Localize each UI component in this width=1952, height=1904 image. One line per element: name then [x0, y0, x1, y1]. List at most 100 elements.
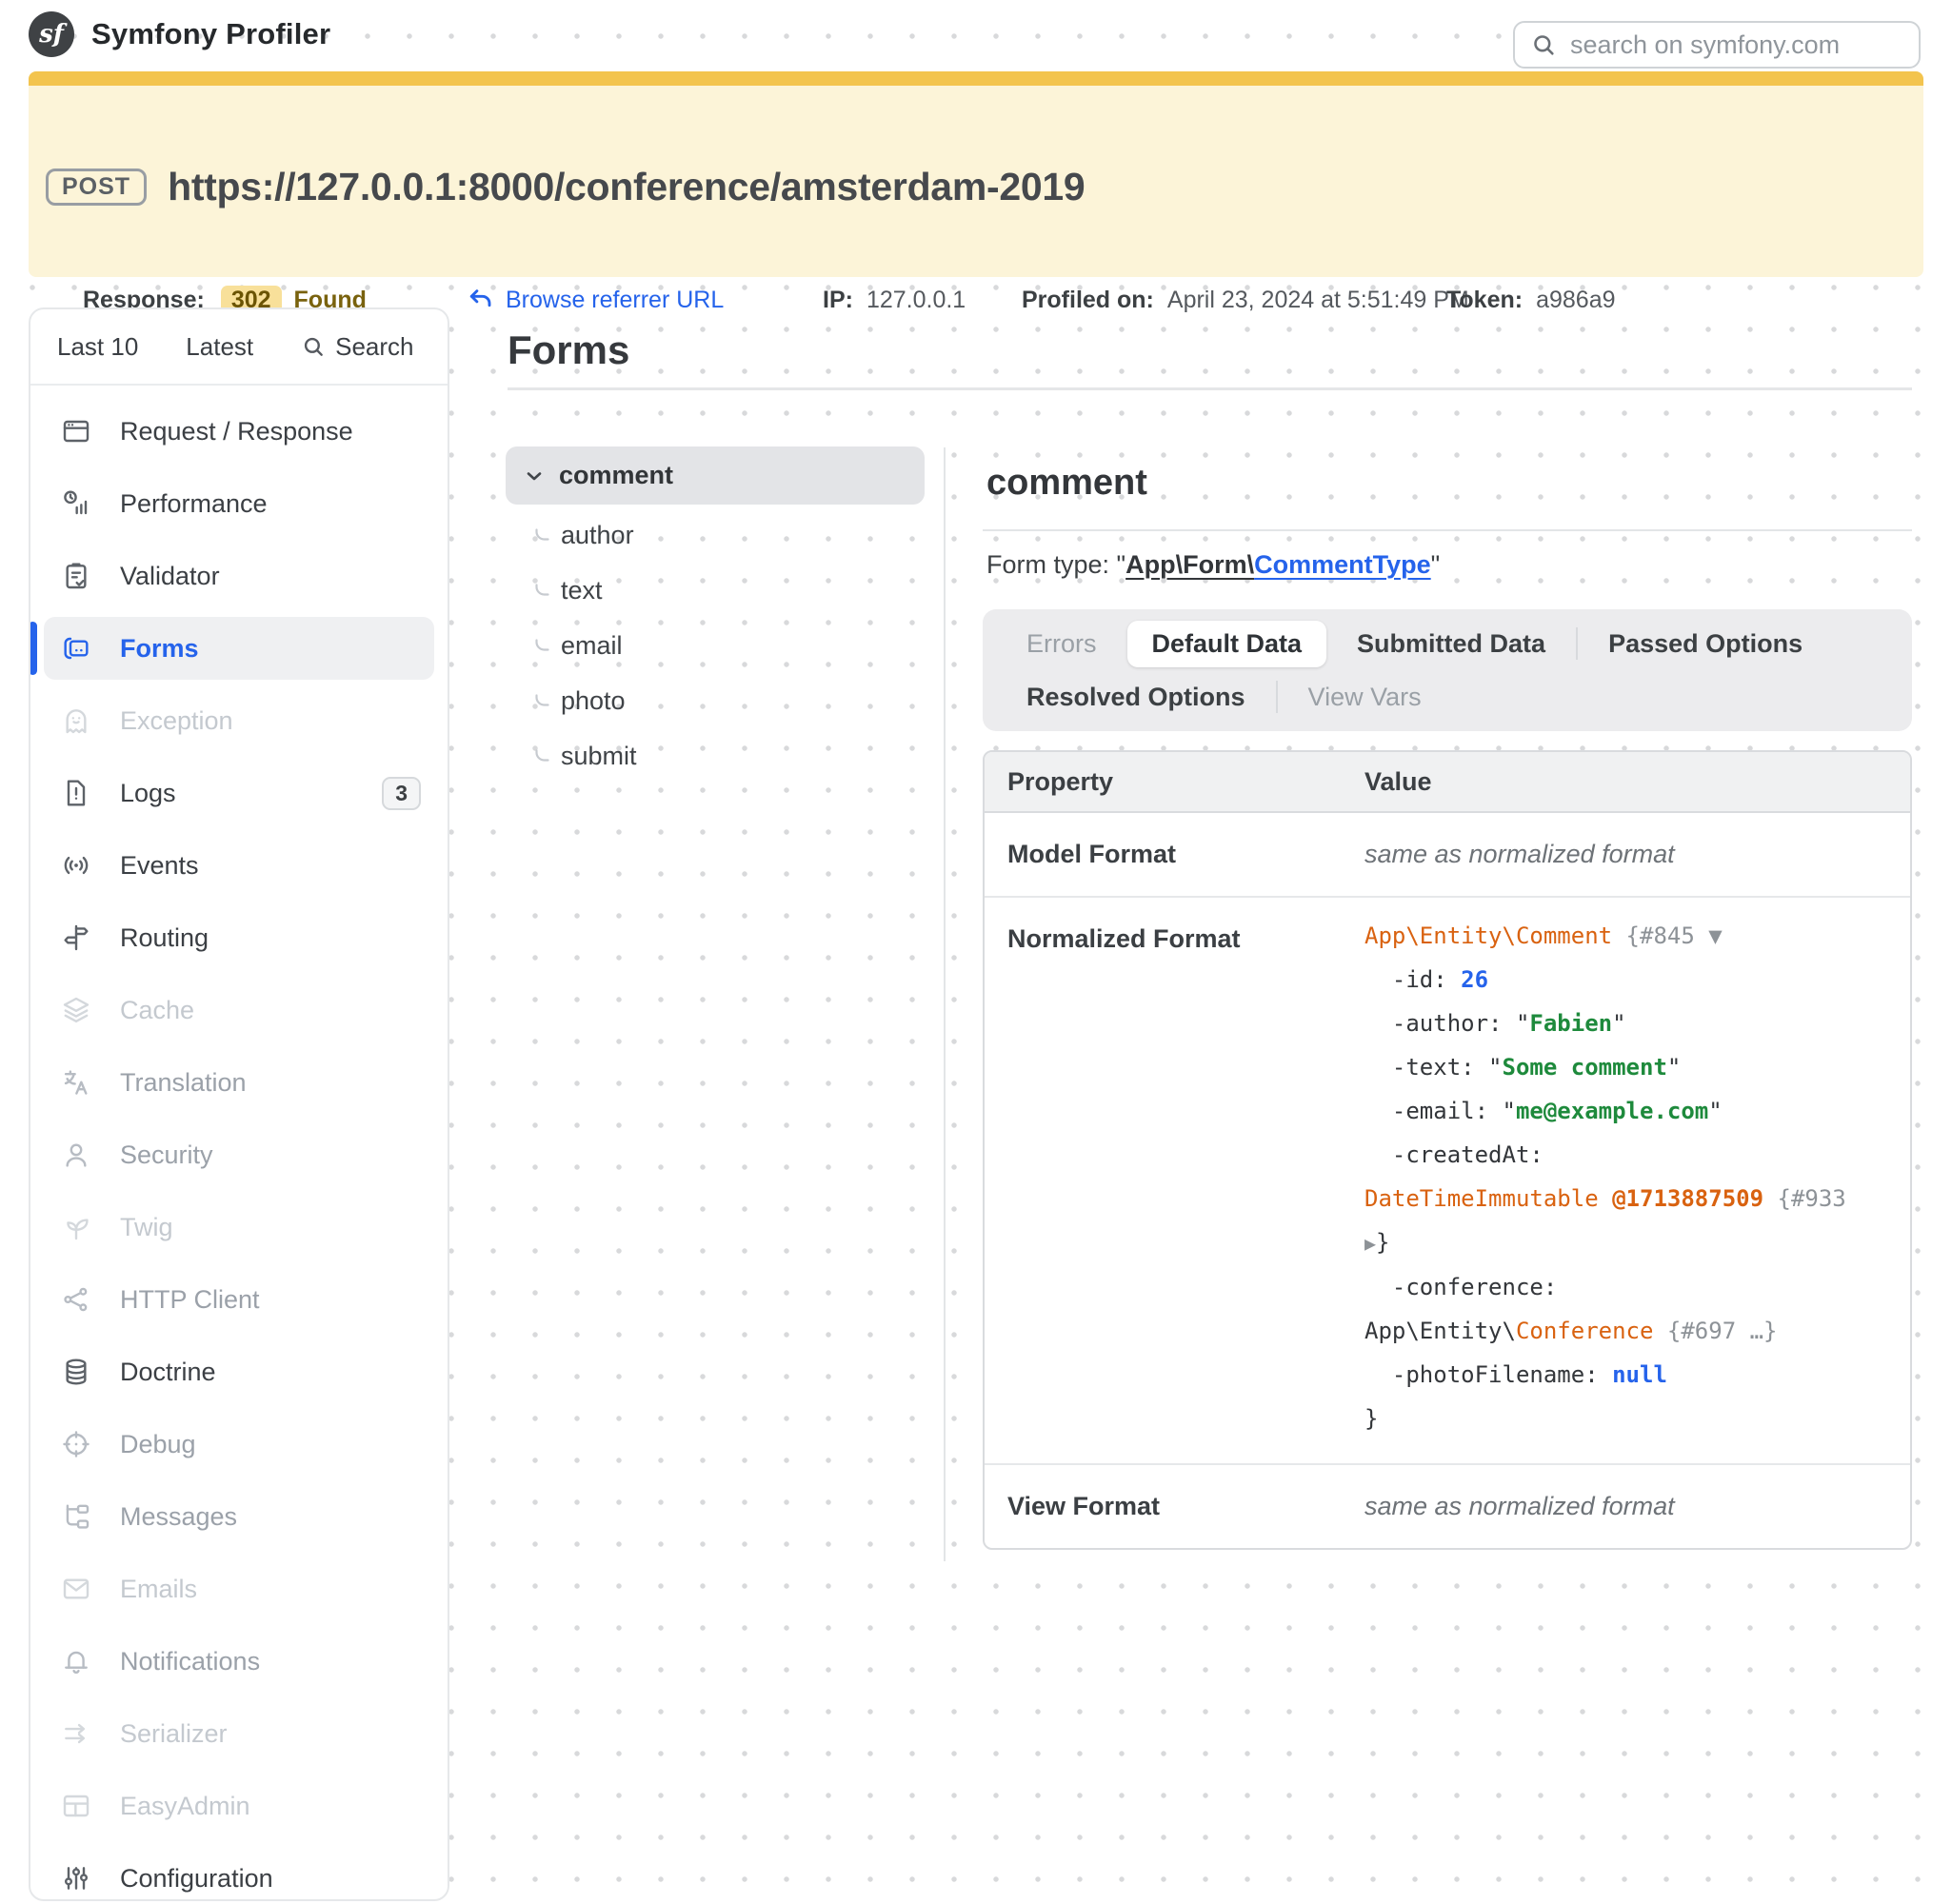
form-type-line: Form type: "App\Form\CommentType" — [986, 550, 1440, 580]
sidebar-item-validator[interactable]: Validator — [30, 540, 448, 612]
search-icon — [301, 334, 326, 359]
logs-icon — [61, 778, 91, 808]
tab-resolved-options[interactable]: Resolved Options — [1023, 683, 1249, 712]
sidebar-item-messages[interactable]: Messages — [30, 1480, 448, 1553]
detail-heading: comment — [986, 463, 1147, 504]
dumped-value: App\Entity\Comment {#845 ▼ -id: 26 -auth… — [1364, 898, 1910, 1463]
forms-icon — [61, 633, 91, 664]
ip-label: IP: — [823, 287, 853, 314]
serializer-icon — [61, 1718, 91, 1749]
symfony-logo: sf — [29, 11, 74, 57]
return-arrow-icon — [466, 286, 494, 314]
tab-view-vars[interactable]: View Vars — [1305, 683, 1425, 712]
tree-branch-icon — [533, 749, 551, 764]
symfony-profiler-page: sf Symfony Profiler POST https://127.0.0… — [0, 0, 1952, 1904]
tab-errors[interactable]: Errors — [1023, 629, 1101, 659]
sidebar-item-http-client[interactable]: HTTP Client — [30, 1263, 448, 1336]
notifications-icon — [61, 1646, 91, 1676]
sidebar-menu: Request / ResponsePerformanceValidatorFo… — [30, 386, 448, 1901]
sidebar-tab-search[interactable]: Search — [301, 332, 413, 362]
active-indicator-bar — [29, 622, 37, 675]
table-row-view-format: View Formatsame as normalized format — [985, 1465, 1910, 1548]
sidebar-item-serializer[interactable]: Serializer — [30, 1697, 448, 1770]
sidebar-item-request-response[interactable]: Request / Response — [30, 395, 448, 467]
page-title: Forms — [508, 327, 629, 373]
form-tree-item-email[interactable]: email — [533, 618, 886, 673]
tab-submitted-data[interactable]: Submitted Data — [1353, 629, 1549, 659]
tab-divider — [1576, 627, 1578, 660]
search-icon — [1530, 31, 1557, 58]
debug-icon — [61, 1429, 91, 1459]
token-value: a986a9 — [1536, 287, 1615, 314]
sidebar-item-cache[interactable]: Cache — [30, 974, 448, 1046]
sidebar-item-debug[interactable]: Debug — [30, 1408, 448, 1480]
column-header-value: Value — [1364, 767, 1910, 797]
profiled-on-value: April 23, 2024 at 5:51:49 PM — [1167, 287, 1469, 314]
logs-count-badge: 3 — [382, 777, 421, 810]
validator-icon — [61, 561, 91, 591]
value-text: same as normalized format — [1364, 813, 1910, 896]
easyadmin-icon — [61, 1791, 91, 1821]
ip-value: 127.0.0.1 — [866, 287, 966, 314]
form-tree-root-comment[interactable]: comment — [506, 446, 925, 505]
logo-text: sf — [39, 20, 64, 49]
doctrine-icon — [61, 1357, 91, 1387]
messages-icon — [61, 1501, 91, 1532]
configuration-icon — [61, 1863, 91, 1894]
tab-passed-options[interactable]: Passed Options — [1604, 629, 1806, 659]
sidebar-item-emails[interactable]: Emails — [30, 1553, 448, 1625]
tab-divider — [1276, 681, 1278, 713]
window-icon — [61, 416, 91, 446]
sidebar-item-translation[interactable]: Translation — [30, 1046, 448, 1119]
sidebar-item-logs[interactable]: Logs3 — [30, 757, 448, 829]
table-row-model-format: Model Formatsame as normalized format — [985, 813, 1910, 898]
form-tree-item-text[interactable]: text — [533, 563, 886, 618]
site-search[interactable] — [1513, 21, 1921, 69]
detail-tabs: Errors Default Data Submitted Data Passed O… — [983, 609, 1912, 731]
sidebar-item-configuration[interactable]: Configuration — [30, 1842, 448, 1901]
form-type-namespace: App\Form\ — [1125, 550, 1254, 579]
sidebar-tab-last-10[interactable]: Last 10 — [57, 332, 138, 362]
emails-icon — [61, 1574, 91, 1604]
browse-referrer-link[interactable]: Browse referrer URL — [466, 283, 724, 317]
banner-top-strip — [29, 71, 1923, 86]
token-label: Token: — [1446, 287, 1523, 314]
sidebar-tab-latest[interactable]: Latest — [186, 332, 253, 362]
tree-branch-icon — [533, 584, 551, 598]
sidebar-item-easyadmin[interactable]: EasyAdmin — [30, 1770, 448, 1842]
sidebar-item-performance[interactable]: Performance — [30, 467, 448, 540]
request-url: https://127.0.0.1:8000/conference/amster… — [168, 165, 1085, 209]
search-input[interactable] — [1568, 30, 1903, 61]
sidebar-item-doctrine[interactable]: Doctrine — [30, 1336, 448, 1408]
sidebar-tabs: Last 10 Latest Search — [30, 309, 448, 386]
active-item-background — [44, 617, 434, 680]
sidebar-item-notifications[interactable]: Notifications — [30, 1625, 448, 1697]
translation-icon — [61, 1067, 91, 1098]
dump-toggle-icon[interactable]: ▶ — [1364, 1232, 1376, 1255]
sidebar-item-forms[interactable]: Forms — [30, 612, 448, 684]
form-tree-item-photo[interactable]: photo — [533, 673, 886, 728]
property-table: Property Value Model Formatsame as norma… — [983, 750, 1912, 1550]
form-tree-children: authortextemailphotosubmit — [533, 507, 886, 783]
tab-default-data[interactable]: Default Data — [1127, 621, 1327, 667]
profiled-on-label: Profiled on: — [1022, 287, 1154, 314]
form-tree-item-author[interactable]: author — [533, 507, 886, 563]
routing-icon — [61, 922, 91, 953]
form-type-class-link[interactable]: CommentType — [1254, 550, 1431, 579]
cache-icon — [61, 995, 91, 1025]
request-banner: POST https://127.0.0.1:8000/conference/a… — [29, 71, 1923, 277]
detail-heading-divider — [983, 529, 1912, 531]
header: sf Symfony Profiler — [29, 11, 330, 57]
events-icon — [61, 850, 91, 881]
sidebar-item-routing[interactable]: Routing — [30, 902, 448, 974]
sidebar-item-exception[interactable]: Exception — [30, 684, 448, 757]
app-title: Symfony Profiler — [91, 17, 330, 51]
form-tree-item-submit[interactable]: submit — [533, 728, 886, 783]
sidebar-item-twig[interactable]: Twig — [30, 1191, 448, 1263]
column-header-property: Property — [985, 767, 1364, 797]
security-icon — [61, 1140, 91, 1170]
value-text: same as normalized format — [1364, 1465, 1910, 1548]
sidebar-item-security[interactable]: Security — [30, 1119, 448, 1191]
performance-icon — [61, 488, 91, 519]
sidebar-item-events[interactable]: Events — [30, 829, 448, 902]
